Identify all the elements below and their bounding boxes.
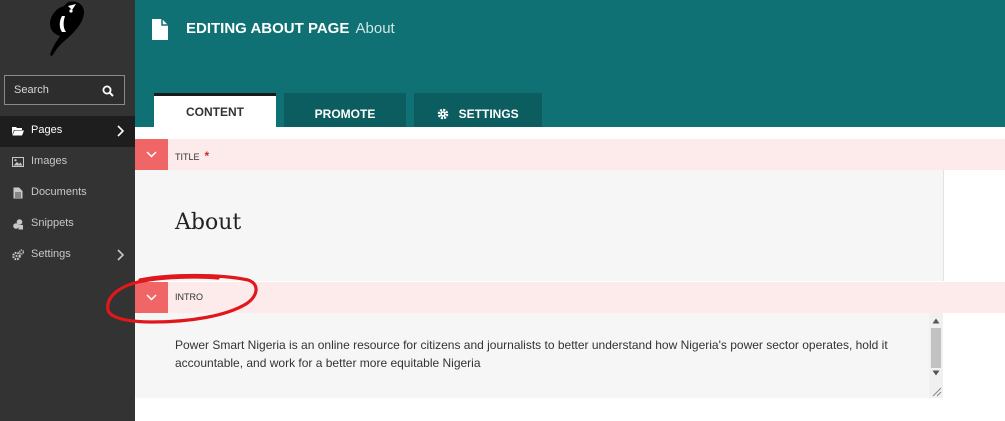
image-icon — [12, 157, 24, 167]
scroll-down-arrow-icon[interactable] — [932, 370, 940, 376]
chevron-right-icon — [117, 125, 124, 137]
title-input[interactable]: About — [175, 210, 241, 235]
page-title-text: EDITING ABOUT PAGE — [186, 20, 350, 37]
document-icon — [13, 187, 23, 199]
sidebar-item-label: Snippets — [31, 217, 74, 229]
sidebar-item-label: Images — [31, 155, 68, 167]
sidebar-item-images[interactable]: Images — [0, 147, 135, 178]
tab-label: PROMOTE — [314, 107, 376, 121]
page-subtitle: About — [355, 20, 395, 37]
title-field-label: TITLE * — [175, 149, 209, 163]
folder-open-icon — [12, 127, 24, 136]
title-collapse-toggle[interactable] — [135, 139, 168, 170]
intro-scrollbar[interactable] — [929, 313, 943, 398]
sidebar: Search Pages Images Documents Snippets S… — [0, 0, 135, 421]
main-menu: Pages Images Documents Snippets Settings — [0, 116, 135, 271]
search-box[interactable]: Search — [4, 75, 125, 105]
tab-settings[interactable]: SETTINGS — [414, 93, 542, 127]
scroll-up-arrow-icon[interactable] — [932, 318, 940, 324]
sidebar-item-label: Documents — [31, 186, 87, 198]
title-field[interactable]: About — [135, 170, 943, 281]
sidebar-item-settings[interactable]: Settings — [0, 240, 135, 271]
sidebar-item-label: Settings — [31, 248, 71, 260]
chevron-right-icon — [117, 249, 124, 261]
page-title: EDITING ABOUT PAGE About — [186, 20, 395, 37]
sidebar-item-label: Pages — [31, 124, 63, 136]
doc-empty-icon — [152, 19, 168, 40]
tab-content[interactable]: CONTENT — [154, 93, 276, 127]
annotation-circle — [106, 273, 258, 324]
snippets-icon — [13, 219, 23, 230]
cogs-icon — [12, 249, 24, 261]
panel-divider — [943, 170, 944, 281]
intro-field-header: INTRO — [135, 282, 1005, 313]
tab-label: CONTENT — [186, 105, 244, 119]
wagtail-logo-icon[interactable] — [38, 0, 88, 56]
sidebar-item-pages[interactable]: Pages — [0, 116, 135, 147]
intro-textarea[interactable]: Power Smart Nigeria is an online resourc… — [175, 336, 895, 372]
sidebar-item-documents[interactable]: Documents — [0, 178, 135, 209]
resize-grip-icon[interactable] — [930, 385, 942, 397]
page-header: EDITING ABOUT PAGE About CONTENT PROMOTE… — [135, 0, 1005, 127]
tab-promote[interactable]: PROMOTE — [284, 93, 406, 127]
tab-label: SETTINGS — [458, 107, 519, 121]
sidebar-item-snippets[interactable]: Snippets — [0, 209, 135, 240]
search-icon[interactable] — [102, 85, 114, 97]
title-label-text: TITLE — [175, 152, 200, 162]
title-field-header: TITLE * — [135, 139, 1005, 170]
search-input[interactable]: Search — [14, 84, 49, 96]
chevron-down-icon — [146, 151, 157, 158]
required-marker: * — [204, 149, 210, 163]
gear-icon — [438, 108, 449, 120]
scrollbar-thumb[interactable] — [931, 328, 941, 368]
